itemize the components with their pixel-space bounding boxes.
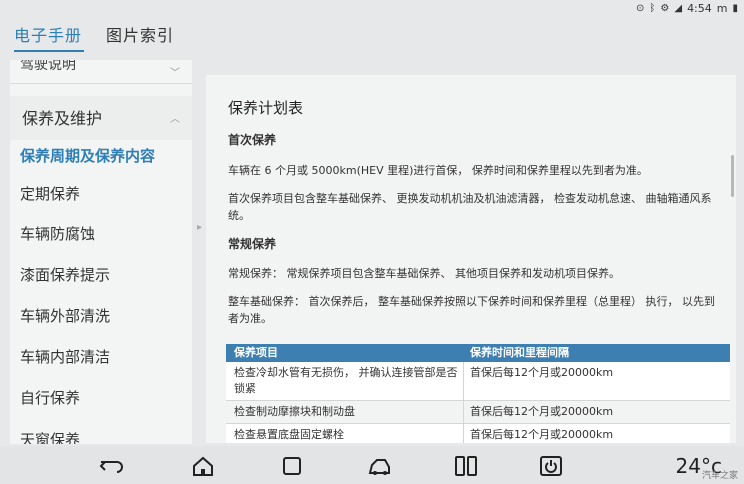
table-header-interval: 保养时间和里程间隔 (470, 346, 569, 359)
first-maintenance-heading: 首次保养 (228, 133, 277, 147)
power-button[interactable] (537, 454, 565, 478)
sidebar-item-paint-care[interactable]: 漆面保养提示 (10, 255, 192, 295)
car-icon (368, 459, 390, 475)
car-control-button[interactable] (366, 454, 394, 478)
recent-apps-button[interactable] (278, 454, 306, 478)
regular-maintenance-text-1: 常规保养： 常规保养项目包含整车基础保养、 其他项目保养和发动机项目保养。 (228, 267, 620, 280)
first-maintenance-text-1: 车辆在 6 个月或 5000km(HEV 里程)进行首保， 保养时间和保养里程以… (228, 164, 648, 177)
back-button[interactable] (98, 454, 126, 478)
sidebar-section-driving[interactable]: 驾驶说明 ﹀ (10, 60, 192, 84)
sidebar-item-regular-maintenance[interactable]: 定期保养 (10, 174, 192, 214)
chevron-up-icon: ︿ (170, 114, 180, 125)
sidebar-section-label: 驾驶说明 (20, 60, 76, 73)
split-screen-button[interactable] (452, 454, 480, 478)
table-cell: 检查制动摩擦块和制动盘 (226, 401, 464, 423)
signal-icon: ◢ (674, 2, 683, 14)
regular-maintenance-heading: 常规保养 (228, 237, 277, 251)
sidebar-item-self-maintenance[interactable]: 自行保养 (10, 378, 192, 418)
regular-maintenance-text-2: 整车基础保养： 首次保养后， 整车基础保养按照以下保养时间和保养里程（总里程） … (228, 295, 715, 325)
sidebar-item-maintenance-schedule[interactable]: 保养周期及保养内容 (10, 136, 192, 176)
sidebar-item-exterior-wash[interactable]: 车辆外部清洗 (10, 296, 192, 336)
table-cell: 首保后每12个月或20000km (470, 405, 614, 418)
home-button[interactable] (189, 454, 217, 478)
page-title: 保养计划表 (228, 99, 304, 117)
first-maintenance-text-2: 首次保养项目包含整车基础保养、 更换发动机机油及机油滤清器， 检查发动机怠速、 … (228, 192, 712, 222)
tab-bar: 电子手册 图片索引 (14, 22, 174, 46)
scrollbar[interactable] (731, 155, 734, 197)
sidebar: 驾驶说明 ﹀ 保养及维护 ︿ 保养周期及保养内容 定期保养 车辆防腐蚀 漆面保养… (10, 60, 192, 444)
home-icon (193, 456, 213, 476)
split-screen-icon (455, 456, 477, 476)
table-header: 保养项目 保养时间和里程间隔 (226, 344, 730, 362)
table-row: 检查冷却水管有无损伤， 并确认连接管部是否锁紧 首保后每12个月或20000km (226, 362, 730, 401)
sidebar-section-label: 保养及维护 (22, 109, 103, 128)
status-time: 4:54 (687, 1, 712, 15)
back-icon (99, 461, 123, 473)
battery-icon: ▮ (732, 2, 738, 14)
table-row: 检查制动摩擦块和制动盘 首保后每12个月或20000km (226, 401, 730, 424)
location-icon: ⊙ (636, 2, 645, 14)
table-cell: 检查悬置底盘固定螺栓 (226, 424, 464, 443)
table-cell: 首保后每12个月或20000km (470, 428, 614, 441)
sidebar-section-maintenance[interactable]: 保养及维护 ︿ (10, 96, 192, 140)
table-row: 检查悬置底盘固定螺栓 首保后每12个月或20000km (226, 424, 730, 443)
table-header-item: 保养项目 (234, 346, 278, 359)
maintenance-table: 保养项目 保养时间和里程间隔 检查冷却水管有无损伤， 并确认连接管部是否锁紧 首… (226, 344, 730, 443)
power-icon (540, 456, 562, 476)
table-cell: 检查冷却水管有无损伤， 并确认连接管部是否锁紧 (226, 362, 464, 400)
bluetooth-icon: ᛒ (649, 2, 656, 14)
sidebar-item-sunroof-care[interactable]: 天窗保养 (10, 420, 192, 444)
sidebar-item-anticorrosion[interactable]: 车辆防腐蚀 (10, 214, 192, 254)
chevron-down-icon: ﹀ (170, 68, 180, 79)
manual-content[interactable]: 保养计划表 首次保养 车辆在 6 个月或 5000km(HEV 里程)进行首保，… (206, 75, 736, 443)
tab-electronic-manual[interactable]: 电子手册 (14, 22, 82, 46)
navigation-bar: 24°c 汽车之家 (0, 446, 744, 484)
sidebar-item-interior-clean[interactable]: 车辆内部清洁 (10, 337, 192, 377)
chevron-right-icon: ▸ (197, 222, 203, 233)
settings-icon: ⚙ (660, 2, 670, 14)
tab-image-index[interactable]: 图片索引 (106, 22, 174, 46)
square-icon (283, 457, 301, 475)
active-tab-indicator (14, 50, 84, 52)
status-suffix: m (716, 1, 728, 15)
watermark: 汽车之家 (701, 471, 738, 481)
status-bar: ⊙ ᛒ ⚙ ◢ 4:54 m ▮ (636, 0, 738, 16)
table-cell: 首保后每12个月或20000km (470, 366, 614, 379)
